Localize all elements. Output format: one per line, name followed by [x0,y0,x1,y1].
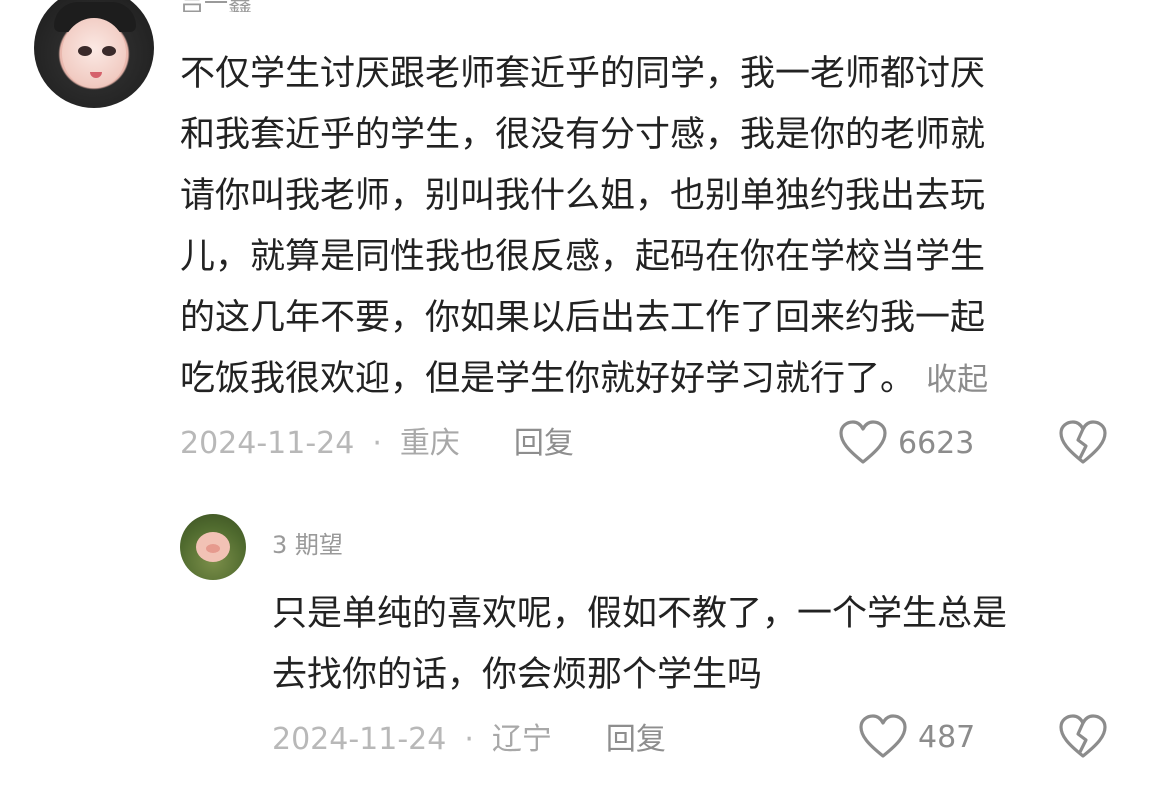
comment-location: 重庆 [399,426,460,461]
comment-meta: 2024-11-24 · 辽宁 回复 [272,720,666,760]
meta-separator: · [464,722,474,757]
heart-outline-icon [839,420,887,464]
reply-button[interactable]: 回复 [606,720,666,760]
heart-outline-icon [859,714,907,758]
dislike-button[interactable] [1058,420,1108,466]
comment-location: 辽宁 [491,722,552,757]
comment-body: 只是单纯的喜欢呢，假如不教了，一个学生总是 去找你的话，你会烦那个学生吗 [272,594,1008,695]
comment-meta: 2024-11-24 · 重庆 回复 [180,424,574,464]
like-count: 487 [918,719,976,755]
avatar[interactable] [180,514,246,580]
dislike-button[interactable] [1058,714,1108,760]
comment-date: 2024-11-24 [180,426,355,461]
avatar[interactable] [34,0,154,108]
broken-heart-icon [1059,714,1107,758]
comment-body: 不仅学生讨厌跟老师套近乎的同学，我一老师都讨厌 和我套近乎的学生，很没有分寸感，… [180,54,986,399]
meta-separator: · [372,426,382,461]
avatar-pig-snout [206,544,220,553]
collapse-button[interactable]: 收起 [926,362,988,398]
avatar-eye [78,46,92,56]
comment-item: 吕一鑫 不仅学生讨厌跟老师套近乎的同学，我一老师都讨厌 和我套近乎的学生，很没有… [0,0,1170,480]
comment-username[interactable]: 吕一鑫 [180,0,252,12]
comment-date: 2024-11-24 [272,722,447,757]
avatar-eye [102,46,116,56]
broken-heart-icon [1059,420,1107,464]
like-button[interactable]: 487 [858,714,975,760]
like-count: 6623 [898,425,975,461]
like-button[interactable]: 6623 [838,420,974,466]
comment-text: 只是单纯的喜欢呢，假如不教了，一个学生总是 去找你的话，你会烦那个学生吗 [272,584,1132,706]
reply-button[interactable]: 回复 [514,424,574,464]
comment-username[interactable]: 3 期望 [272,528,343,558]
comment-text: 不仅学生讨厌跟老师套近乎的同学，我一老师都讨厌 和我套近乎的学生，很没有分寸感，… [180,44,1110,411]
